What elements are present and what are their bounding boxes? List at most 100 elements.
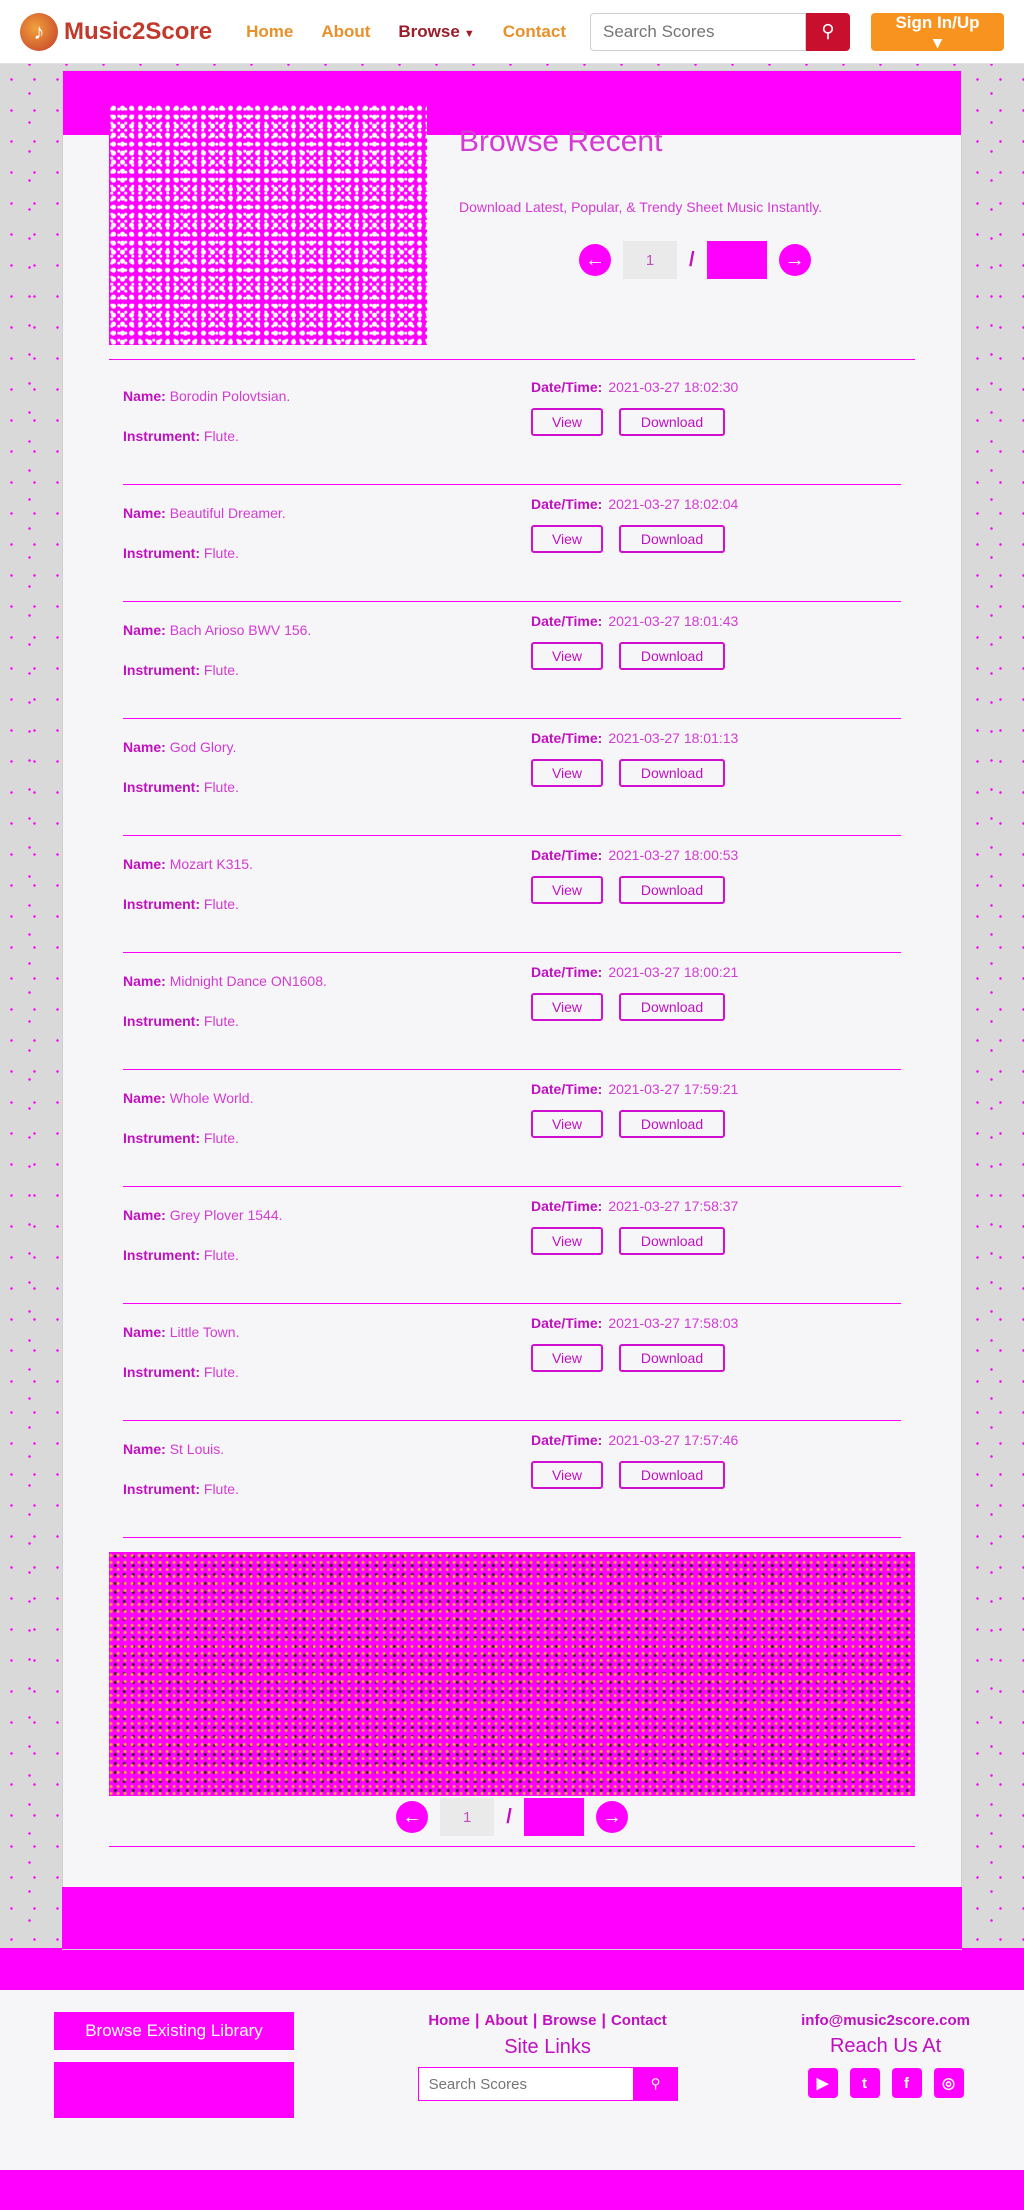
instrument-label: Instrument: [123,779,200,795]
nav-home[interactable]: Home [246,22,293,42]
score-actions: View Download [531,1344,901,1372]
score-name: Beautiful Dreamer. [169,505,286,521]
view-button[interactable]: View [531,993,603,1021]
score-datetime-row: Date/Time: 2021-03-27 17:57:46 [531,1429,901,1451]
score-name: Midnight Dance ON1608. [169,973,327,989]
score-name-row: Name: Beautiful Dreamer. [123,493,286,533]
score-name-row: Name: Whole World. [123,1078,253,1118]
instagram-icon[interactable]: ◎ [933,2068,964,2098]
score-info: Name: Borodin Polovtsian. Instrument: Fl… [123,376,290,456]
nav-browse[interactable]: Browse ▼ [398,22,474,42]
view-button[interactable]: View [531,1110,603,1138]
view-button[interactable]: View [531,525,603,553]
score-name: Mozart K315. [169,856,253,872]
view-button[interactable]: View [531,1227,603,1255]
next-page-button-bottom[interactable]: → [595,1801,628,1833]
nav-about[interactable]: About [321,22,370,42]
score-instrument-row: Instrument: Flute. [123,416,290,456]
page-subtitle: Download Latest, Popular, & Trendy Sheet… [459,199,823,215]
score-meta: Date/Time: 2021-03-27 18:02:04 View Downl… [531,493,901,553]
view-button[interactable]: View [531,642,603,670]
score-list: Name: Borodin Polovtsian. Instrument: Fl… [63,368,961,1538]
signin-dropdown-button[interactable]: Sign In/Up ▾ [871,12,1004,52]
view-button[interactable]: View [531,1344,603,1372]
score-meta: Date/Time: 2021-03-27 17:58:37 View Downl… [531,1195,901,1255]
download-button[interactable]: Download [619,1344,725,1372]
score-name-row: Name: Borodin Polovtsian. [123,376,290,416]
facebook-icon[interactable]: f [891,2068,922,2098]
view-button[interactable]: View [531,759,603,787]
score-meta: Date/Time: 2021-03-27 17:59:21 View Downl… [531,1078,901,1138]
next-page-button[interactable]: → [778,244,811,276]
view-button[interactable]: View [531,876,603,904]
view-button[interactable]: View [531,1461,603,1489]
name-label: Name: [123,505,166,521]
download-button[interactable]: Download [619,642,725,670]
search-button[interactable]: ⚲ [806,12,850,51]
browse-library-button[interactable]: Browse Existing Library [54,2012,294,2050]
arrow-left-icon: ← [585,248,605,271]
score-meta: Date/Time: 2021-03-27 17:57:46 View Downl… [531,1429,901,1489]
pink-band [0,1948,1024,1990]
score-name: St Louis. [169,1441,225,1457]
datetime-label: Date/Time: [531,964,603,980]
instrument-label: Instrument: [123,1247,200,1263]
footer-link-about[interactable]: About [484,2012,527,2029]
page-number-input-bottom[interactable]: 1 [440,1798,495,1836]
datetime-label: Date/Time: [531,1432,603,1448]
page-background: Browse Recent Download Latest, Popular, … [0,64,1024,1990]
download-button[interactable]: Download [619,993,725,1021]
footer-links: Home | About | Browse | Contact [428,2012,667,2030]
footer-link-browse[interactable]: Browse [542,2012,596,2029]
arrow-right-icon: → [784,248,805,271]
twitter-icon[interactable]: t [849,2068,880,2098]
pagination-controls: ← 1 / → [396,1798,628,1836]
download-button[interactable]: Download [619,1461,725,1489]
score-datetime: 2021-03-27 17:57:46 [608,1432,739,1448]
score-name: Little Town. [169,1324,240,1340]
download-button[interactable]: Download [619,525,725,553]
page-separator: / [506,1805,512,1828]
score-item: Name: Beautiful Dreamer. Instrument: Flu… [123,485,901,602]
hero-text: Browse Recent Download Latest, Popular, … [427,125,822,345]
page-number-input[interactable]: 1 [623,241,677,279]
score-item: Name: Grey Plover 1544. Instrument: Flut… [123,1187,901,1304]
score-name: Borodin Polovtsian. [169,388,291,404]
score-actions: View Download [531,1110,901,1138]
download-button[interactable]: Download [619,876,725,904]
footer-link-contact[interactable]: Contact [611,2012,667,2029]
prev-page-button-bottom[interactable]: ← [396,1801,429,1833]
download-button[interactable]: Download [619,1110,725,1138]
score-name-row: Name: St Louis. [123,1429,239,1469]
footer-link-home[interactable]: Home [428,2012,470,2029]
link-separator: | [601,2012,606,2029]
name-label: Name: [123,856,166,872]
arrow-right-icon: → [601,1805,622,1828]
score-instrument: Flute. [203,428,239,444]
download-button[interactable]: Download [619,759,725,787]
footer-search-input[interactable] [417,2067,634,2101]
score-datetime: 2021-03-27 18:01:13 [608,730,739,746]
signin-label: Sign In/Up [895,12,980,32]
card-footer-band [62,1887,962,1949]
score-info: Name: Midnight Dance ON1608. Instrument:… [123,961,327,1041]
score-name-row: Name: Midnight Dance ON1608. [123,961,327,1001]
name-label: Name: [123,622,166,638]
footer-search-button[interactable]: ⚲ [633,2067,678,2101]
score-item: Name: St Louis. Instrument: Flute. Date/… [123,1421,901,1538]
score-name-row: Name: God Glory. [123,727,239,767]
download-button[interactable]: Download [619,1227,725,1255]
search-input[interactable] [590,12,806,51]
brand-link[interactable]: ♪ Music2Score [20,12,212,51]
instrument-label: Instrument: [123,1481,200,1497]
score-info: Name: Beautiful Dreamer. Instrument: Flu… [123,493,286,573]
view-button[interactable]: View [531,408,603,436]
contact-email-link[interactable]: info@music2score.com [801,2012,970,2029]
score-name: Grey Plover 1544. [169,1207,283,1223]
download-button[interactable]: Download [619,408,725,436]
nav-contact[interactable]: Contact [503,22,566,42]
instrument-label: Instrument: [123,896,200,912]
youtube-icon[interactable]: ▶ [807,2068,838,2098]
prev-page-button[interactable]: ← [579,244,611,276]
